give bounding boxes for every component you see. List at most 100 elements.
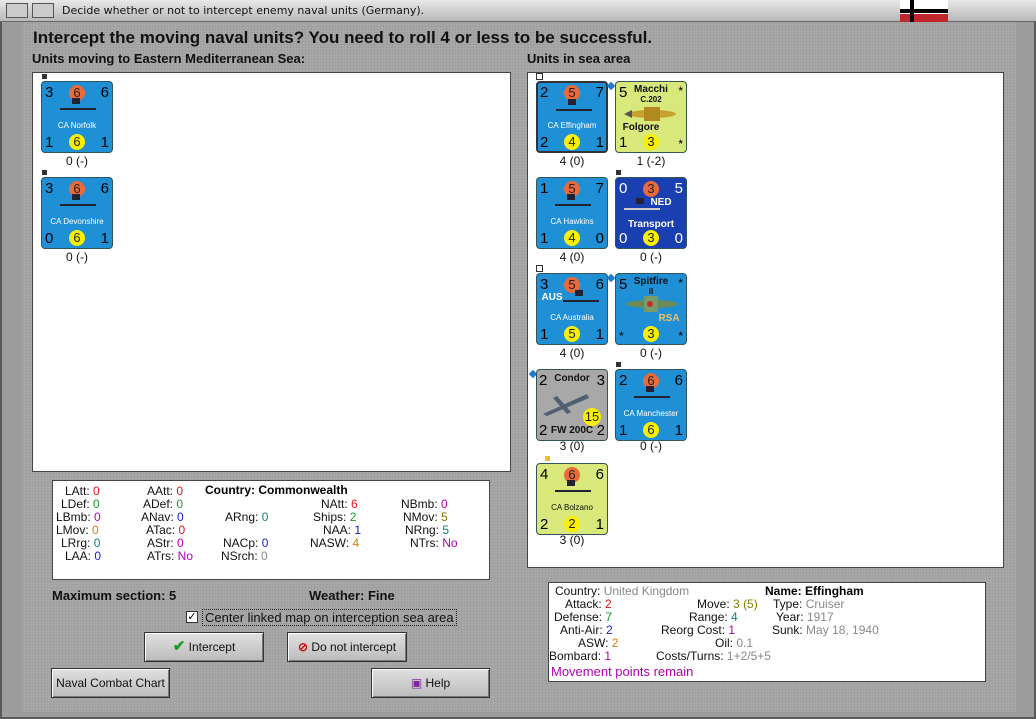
info-attack: Attack: 2 [565, 597, 612, 611]
info-move: Move: 3 (5) [697, 597, 758, 611]
unit-counter-folgore[interactable]: 5 Macchi C.202 * Folgore 1 3 * [615, 81, 687, 153]
counter-value: 7 [595, 84, 604, 101]
counter-value: 1 [45, 134, 54, 151]
unit-counter-bolzano[interactable]: 4 6 6 CA Bolzano 2 2 1 [536, 463, 608, 535]
stat-nrng: NRng: 5 [405, 523, 450, 537]
force-stats-panel: LAtt: 0 LDef: 0 LBmb: 0 LMov: 0 LRrg: 0 … [52, 480, 490, 580]
stat-naa: NAA: 1 [323, 523, 362, 537]
unit-status: 0 (-) [640, 250, 662, 264]
info-antiair: Anti-Air: 2 [560, 623, 613, 637]
moving-units-list[interactable]: 3 6 6 CA Norfolk 1 6 1 0 (-) 3 6 6 CA De… [32, 72, 511, 472]
stat-lrrg: LRrg: 0 [61, 536, 101, 550]
counter-title: Macchi [634, 84, 668, 95]
stat-ntrs: NTrs: No [410, 536, 458, 550]
center-map-checkbox[interactable]: ✓ [186, 611, 198, 623]
minimize-button[interactable] [32, 3, 54, 18]
dialog-headline: Intercept the moving naval units? You ne… [33, 28, 653, 47]
unit-counter-manchester[interactable]: 2 6 6 CA Manchester 1 6 1 [615, 369, 687, 441]
info-type: Type: Cruiser [773, 597, 845, 611]
stat-adef: ADef: 0 [143, 497, 184, 511]
sea-area-units-list[interactable]: 2 5 7 CA Effingham 2 4 1 4 (0) 5 Macchi … [527, 72, 1004, 568]
cruiser-icon [556, 99, 592, 111]
unit-marker-icon [615, 169, 622, 176]
intercept-label: Intercept [188, 640, 236, 654]
intercept-button[interactable]: ✔ Intercept [144, 632, 264, 662]
counter-value: 4 [540, 466, 549, 483]
window-title: Decide whether or not to intercept enemy… [62, 4, 425, 17]
stat-nasw: NASW: 4 [310, 536, 360, 550]
unit-info-panel: Country: United Kingdom Name: Effingham … [548, 582, 986, 682]
stat-nbmb: NBmb: 0 [401, 497, 448, 511]
counter-value: 4 [564, 134, 580, 150]
unit-status: 0 (-) [66, 154, 88, 168]
unit-status: 3 (0) [559, 533, 585, 547]
counter-value: 6 [595, 466, 604, 483]
counter-value: 2 [596, 422, 605, 439]
unit-marker-icon [615, 361, 622, 368]
unit-status: 4 (0) [559, 346, 585, 360]
cruiser-icon [555, 480, 591, 492]
unit-marker-icon [41, 169, 48, 176]
counter-value: * [678, 276, 683, 290]
cruiser-icon [60, 98, 96, 110]
counter-value: 3 [643, 230, 659, 246]
unit-marker-icon [536, 265, 543, 272]
counter-value: 3 [643, 326, 659, 342]
naval-combat-chart-button[interactable]: Naval Combat Chart [51, 668, 170, 698]
stat-natt: NAtt: 6 [321, 497, 358, 511]
do-not-intercept-button[interactable]: ⊘ Do not intercept [287, 632, 407, 662]
stat-nacp: NACp: 0 [223, 536, 269, 550]
center-map-label[interactable]: Center linked map on interception sea ar… [202, 609, 457, 626]
unit-marker-icon [536, 73, 543, 80]
unit-counter-norfolk[interactable]: 3 6 6 CA Norfolk 1 6 1 [41, 81, 113, 153]
counter-name: CA Manchester [623, 409, 679, 418]
unit-status: 0 (-) [640, 346, 662, 360]
counter-value: 6 [674, 372, 683, 389]
unit-counter-hawkins[interactable]: 1 5 7 CA Hawkins 1 4 0 [536, 177, 608, 249]
unit-marker-icon [41, 73, 48, 80]
counter-value: 1 [540, 326, 549, 343]
counter-value: 6 [69, 134, 85, 150]
unit-counter-condor[interactable]: 2 Condor 3 FW 200C 2 15 2 [536, 369, 608, 441]
counter-value: 2 [540, 516, 549, 533]
counter-value: 1 [595, 516, 604, 533]
counter-name: CA Effingham [547, 121, 597, 130]
no-entry-icon: ⊘ [297, 640, 308, 654]
counter-value: 6 [643, 422, 659, 438]
stat-lmov: LMov: 0 [56, 523, 99, 537]
help-button[interactable]: ▣ Help [371, 668, 490, 698]
counter-value: 2 [539, 422, 548, 439]
air-unit-marker-icon [606, 81, 616, 91]
unit-counter-spitfire[interactable]: 5 Spitfire II * RSA * 3 * [615, 273, 687, 345]
unit-counter-devonshire[interactable]: 3 6 6 CA Devonshire 0 6 1 [41, 177, 113, 249]
stat-country: Country: Commonwealth [205, 483, 348, 497]
unit-status: 3 (0) [559, 439, 585, 453]
counter-value: 0 [619, 230, 628, 247]
cruiser-icon [60, 194, 96, 206]
counter-value: 7 [595, 180, 604, 197]
cruiser-icon [563, 290, 599, 302]
info-country: Country: United Kingdom [555, 584, 690, 598]
stat-ships: Ships: 2 [313, 510, 357, 524]
stat-laa: LAA: 0 [65, 549, 102, 563]
unit-counter-australia[interactable]: 3 5 6 AUS CA Australia 1 5 1 [536, 273, 608, 345]
info-asw: ASW: 2 [578, 636, 619, 650]
stat-latt: LAtt: 0 [65, 484, 100, 498]
counter-name: CA Norfolk [57, 121, 97, 130]
info-name: Name: Effingham [765, 584, 864, 598]
counter-name: Spitfire [633, 276, 669, 287]
unit-counter-effingham[interactable]: 2 5 7 CA Effingham 2 4 1 [536, 81, 608, 153]
counter-value: 3 [45, 180, 54, 197]
counter-value: 2 [564, 516, 580, 532]
counter-value: 0 [619, 180, 628, 197]
info-year: Year: 1917 [776, 610, 834, 624]
title-bar: Decide whether or not to intercept enemy… [0, 0, 1036, 22]
stat-arng: ARng: 0 [225, 510, 269, 524]
germany-flag-icon [900, 0, 948, 22]
info-reorg: Reorg Cost: 1 [661, 623, 736, 637]
system-menu-button[interactable] [6, 3, 28, 18]
counter-value: * [678, 329, 683, 343]
unit-counter-transport[interactable]: 0 3 5 NED Transport 0 3 0 [615, 177, 687, 249]
counter-value: 0 [595, 230, 604, 247]
counter-value: 1 [595, 134, 604, 151]
